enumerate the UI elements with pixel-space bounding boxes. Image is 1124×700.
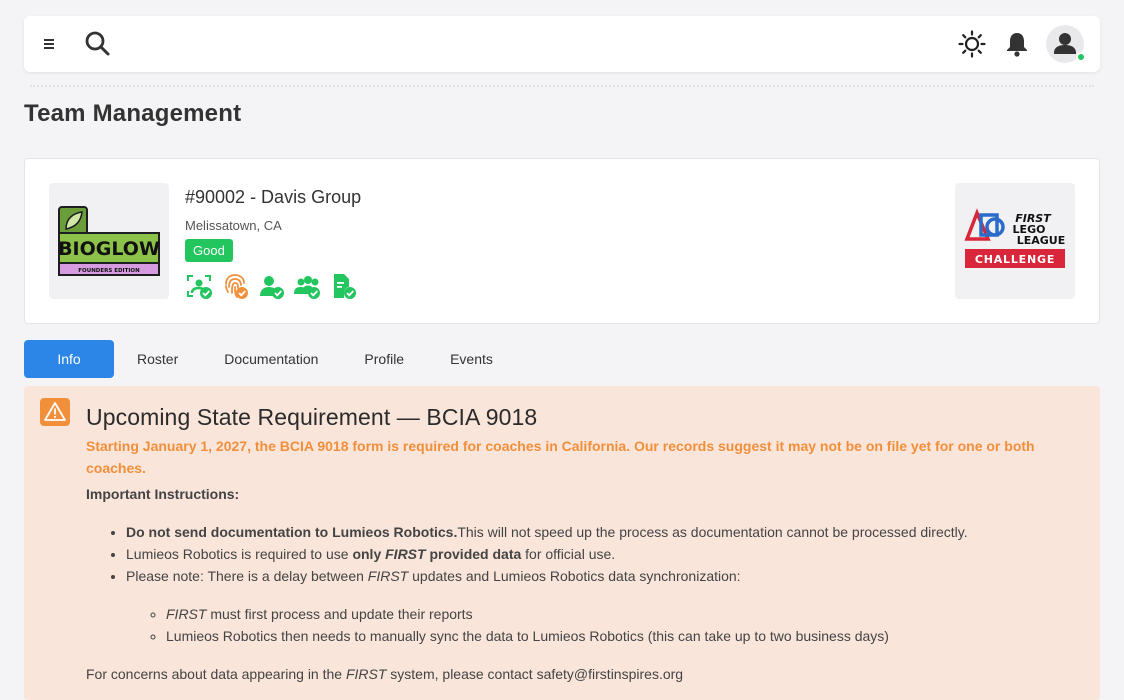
footer-text: For concerns about data appearing in the [86,666,346,682]
warning-triangle-icon [44,402,66,421]
logo-title: BIOGLOW [58,238,160,260]
fingerprint-verified-icon[interactable] [221,272,249,300]
top-navigation-bar [24,16,1100,72]
list-item: FIRST must first process and update thei… [166,603,1076,625]
bell-icon[interactable] [1004,30,1030,58]
divider [30,85,1094,87]
bullet-italic: FIRST [166,606,207,622]
status-badge: Good [185,239,233,262]
bullet-text: Lumieos Robotics is required to use [126,546,353,562]
logo-challenge: CHALLENGE [975,253,1055,266]
bullet-italic: FIRST [367,568,409,584]
team-location: Melissatown, CA [185,218,282,233]
logo-league: LEAGUE [1017,234,1066,247]
hamburger-icon[interactable] [41,35,57,53]
team-tabs: Info Roster Documentation Profile Events [24,340,516,378]
instructions-list: Do not send documentation to Lumieos Rob… [86,521,1076,647]
sub-list: FIRST must first process and update thei… [126,603,1076,647]
bullet-text: for official use. [521,546,616,562]
list-item: Please note: There is a delay between FI… [126,565,1076,647]
team-card: BIOGLOW FOUNDERS EDITION #90002 - Davis … [24,158,1100,324]
program-logo: FIRST LEGO LEAGUE CHALLENGE [955,183,1075,299]
tab-roster[interactable]: Roster [114,340,201,378]
instructions-heading: Important Instructions: [86,486,240,502]
bioglow-logo-image: BIOGLOW FOUNDERS EDITION [58,206,160,276]
tab-events[interactable]: Events [427,340,516,378]
sun-icon[interactable] [958,30,986,58]
verification-icons [185,272,357,302]
face-scan-verified-icon[interactable] [185,272,213,300]
group-verified-icon[interactable] [293,272,321,300]
alert-title: Upcoming State Requirement — BCIA 9018 [86,404,538,430]
list-item: Lumieos Robotics is required to use only… [126,543,1076,565]
bullet-bold: provided data [425,546,522,562]
list-item: Lumieos Robotics then needs to manually … [166,625,1076,647]
team-name: #90002 - Davis Group [185,187,362,207]
online-status-indicator [1076,52,1086,62]
document-verified-icon[interactable] [329,272,357,300]
footer-italic: FIRST [345,666,387,682]
logo-subtitle: FOUNDERS EDITION [78,268,140,274]
user-verified-icon[interactable] [257,272,285,300]
alert-footer: For concerns about data appearing in the… [86,663,1076,685]
warning-icon-box [40,398,70,426]
list-item: Do not send documentation to Lumieos Rob… [126,521,1076,543]
bullet-bold: only [352,546,386,562]
state-requirement-alert: Upcoming State Requirement — BCIA 9018 S… [24,386,1100,700]
bullet-text: must first process and update their repo… [206,606,473,622]
tab-documentation[interactable]: Documentation [201,340,341,378]
bullet-text: updates and Lumieos Robotics data synchr… [408,568,741,584]
footer-text: system, please contact safety@firstinspi… [386,666,684,682]
page-title: Team Management [24,100,242,127]
bullet-bold-italic: FIRST [385,546,426,562]
search-icon[interactable] [84,29,112,59]
tab-profile[interactable]: Profile [341,340,427,378]
bullet-bold: Do not send documentation to Lumieos Rob… [126,524,458,540]
first-lego-league-challenge-logo: FIRST LEGO LEAGUE CHALLENGE [964,208,1066,268]
bullet-text: This will not speed up the process as do… [457,524,968,540]
bullet-text: Please note: There is a delay between [126,568,368,584]
alert-lead: Starting January 1, 2027, the BCIA 9018 … [86,438,1035,476]
tab-info[interactable]: Info [24,340,114,378]
alert-body: Starting January 1, 2027, the BCIA 9018 … [86,435,1076,685]
team-logo: BIOGLOW FOUNDERS EDITION [49,183,169,299]
user-avatar[interactable] [1046,25,1086,63]
